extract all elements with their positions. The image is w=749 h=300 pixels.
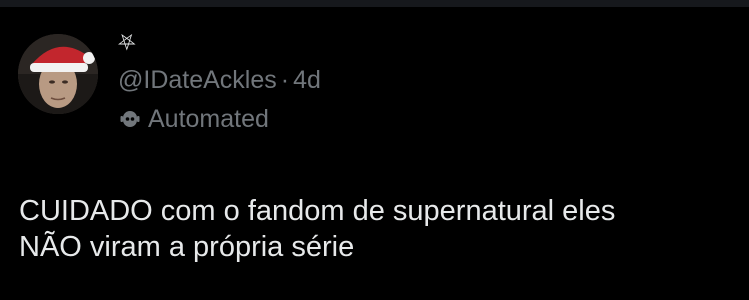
user-handle[interactable]: @IDateAckles — [118, 66, 277, 94]
tweet-text: CUIDADO com o fandom de supernatural ele… — [19, 193, 729, 265]
avatar[interactable] — [18, 34, 98, 114]
handle-row: @IDateAckles · 4d — [118, 65, 321, 95]
automated-label-row[interactable]: Automated — [118, 104, 269, 134]
tweet-text-line: NÃO viram a própria série — [19, 231, 355, 263]
separator-dot: · — [280, 66, 290, 94]
top-divider — [0, 0, 749, 7]
bot-icon — [120, 111, 140, 127]
tweet-text-line: CUIDADO com o fandom de supernatural ele… — [19, 195, 616, 227]
post-timestamp[interactable]: 4d — [293, 66, 321, 94]
avatar-image — [18, 34, 98, 114]
display-name[interactable]: ⛧ — [118, 30, 136, 56]
automated-label: Automated — [148, 105, 269, 133]
